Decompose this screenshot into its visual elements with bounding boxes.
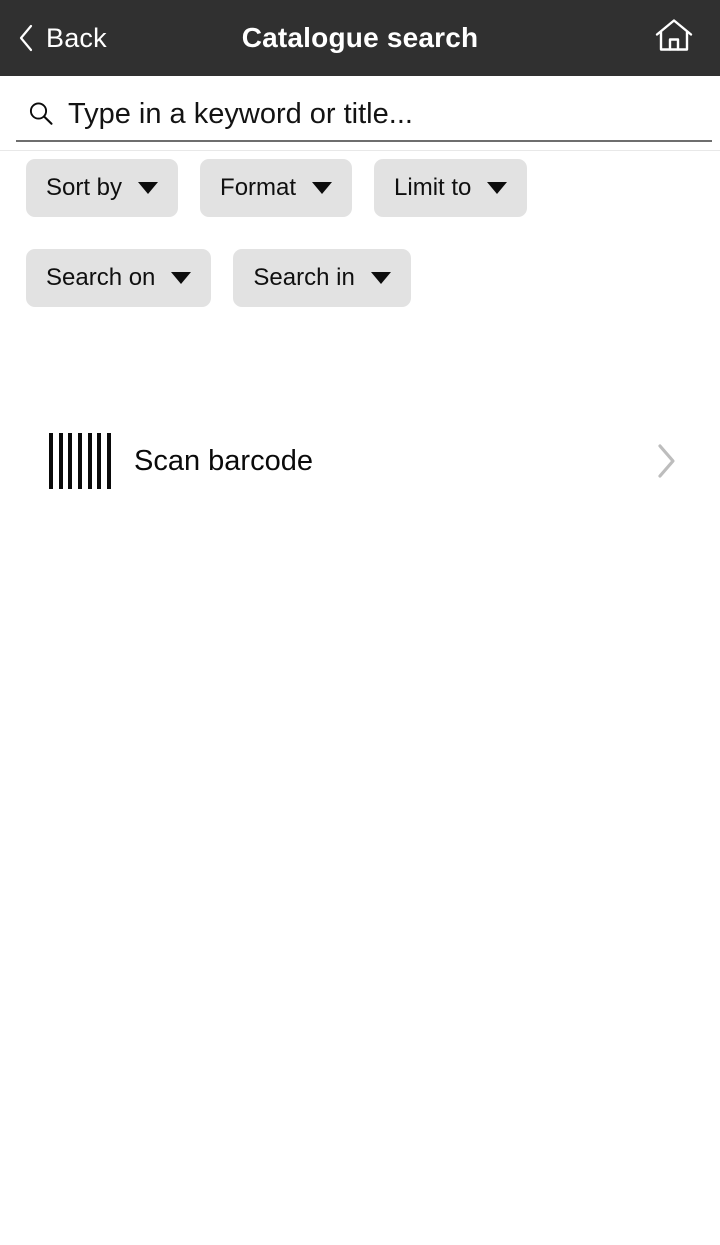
barcode-bar — [106, 433, 111, 489]
filter-chip-row-2: Search on Search in — [26, 249, 411, 307]
chevron-down-icon — [370, 272, 391, 284]
app-header: Back Catalogue search — [0, 0, 720, 76]
filter-chip-row-1: Sort by Format Limit to — [26, 159, 528, 217]
back-label: Back — [46, 22, 107, 53]
filter-chip-sort-by[interactable]: Sort by — [26, 159, 179, 217]
filter-chip-format[interactable]: Format — [200, 159, 353, 217]
catalogue-search-screen: Back Catalogue search Sort by — [0, 0, 720, 1245]
barcode-bar — [58, 433, 63, 489]
scan-barcode-label: Scan barcode — [134, 444, 313, 477]
barcode-bar — [97, 433, 102, 489]
filter-chip-search-on[interactable]: Search on — [26, 249, 212, 307]
chevron-left-icon — [18, 24, 34, 52]
chevron-down-icon — [487, 182, 508, 194]
chevron-down-icon — [171, 272, 192, 284]
filter-chip-search-in[interactable]: Search in — [233, 249, 411, 307]
barcode-bar — [77, 433, 82, 489]
barcode-bar — [49, 433, 53, 489]
chevron-down-icon — [312, 182, 333, 194]
search-input[interactable] — [68, 97, 668, 131]
back-button[interactable]: Back — [10, 0, 115, 76]
barcode-bar — [87, 433, 92, 489]
header-divider — [0, 150, 720, 151]
barcode-icon — [49, 433, 111, 489]
filter-chip-label: Search on — [46, 264, 156, 291]
filter-chip-label: Search in — [253, 264, 355, 291]
scan-barcode-row[interactable]: Scan barcode — [0, 420, 720, 502]
chevron-right-icon — [656, 420, 678, 502]
chevron-down-icon — [138, 182, 159, 194]
filter-chip-label: Format — [220, 174, 297, 201]
filter-chip-label: Limit to — [394, 174, 472, 201]
home-button[interactable] — [646, 0, 702, 76]
search-field[interactable] — [16, 88, 712, 142]
barcode-bar — [68, 433, 73, 489]
filter-chip-limit-to[interactable]: Limit to — [374, 159, 528, 217]
home-icon — [653, 16, 695, 61]
filter-chip-label: Sort by — [46, 174, 123, 201]
search-icon — [16, 99, 56, 129]
